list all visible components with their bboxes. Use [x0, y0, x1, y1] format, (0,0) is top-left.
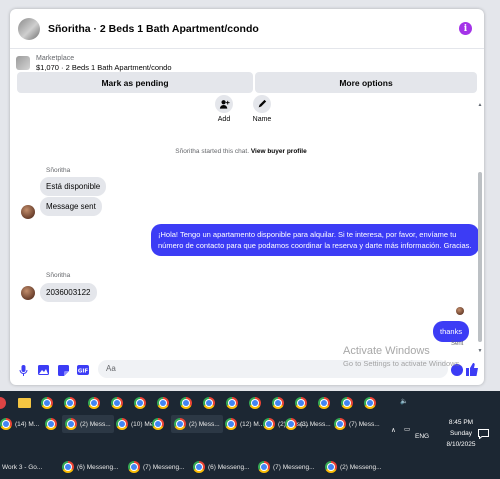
sender-avatar[interactable] — [21, 286, 35, 300]
add-label: Add — [217, 116, 231, 123]
chrome-icon[interactable] — [226, 394, 241, 412]
taskbar-window-item[interactable]: (6) Messeng... — [193, 458, 250, 476]
clock-time: 8:45 PM — [448, 419, 474, 426]
taskbar-window-label: (3) Mess... — [300, 420, 331, 428]
chrome-icon[interactable] — [341, 394, 356, 412]
chrome-icon[interactable] — [45, 415, 60, 433]
taskbar-window-label: (7) Messeng... — [273, 463, 315, 471]
chrome-icon[interactable] — [134, 394, 149, 412]
chrome-icon[interactable] — [364, 394, 379, 412]
name-label: Name — [252, 116, 272, 123]
system-note: Sñoritha started this chat. View buyer p… — [10, 148, 472, 155]
chrome-icon[interactable] — [41, 394, 56, 412]
taskbar-window-item[interactable]: (7) Messeng... — [258, 458, 315, 476]
more-options-button[interactable]: More options — [255, 72, 477, 93]
svg-text:GIF: GIF — [78, 369, 89, 375]
scroll-down-icon[interactable]: ▼ — [477, 348, 483, 354]
taskbar-window-label: (6) Messeng... — [208, 463, 250, 471]
notification-icon[interactable] — [478, 429, 489, 441]
taskbar-row-2: (14) M... (2) Mess... (10) Me... (2) Mes… — [0, 415, 390, 437]
taskbar-window-item[interactable]: (2) Messeng... — [325, 458, 382, 476]
pencil-icon — [253, 95, 271, 113]
seen-avatar — [456, 307, 464, 315]
add-shortcut[interactable]: Add — [211, 95, 237, 123]
chat-title[interactable]: Sñoritha · 2 Beds 1 Bath Apartment/condo — [48, 23, 259, 35]
taskbar-row-3: Work 3 - Go... (6) Messeng... (7) Messen… — [0, 458, 390, 479]
listing-label: Marketplace — [36, 54, 75, 62]
chrome-icon[interactable] — [88, 394, 103, 412]
scroll-thumb[interactable] — [478, 172, 482, 342]
info-icon[interactable]: i — [459, 22, 472, 35]
system-note-text: Sñoritha started this chat. — [175, 148, 250, 155]
listing-thumbnail — [16, 56, 30, 70]
taskbar-window-label: (14) M... — [15, 420, 40, 428]
chrome-icon[interactable] — [203, 394, 218, 412]
chrome-icon[interactable] — [157, 394, 172, 412]
taskbar: (14) M... (2) Mess... (10) Me... (2) Mes… — [0, 391, 500, 479]
taskbar-window-item[interactable]: (12) M... — [225, 415, 264, 433]
gif-icon[interactable]: GIF — [76, 363, 90, 377]
message-bubble-outgoing[interactable]: ¡Hola! Tengo un apartamento disponible p… — [151, 224, 479, 256]
chrome-icon[interactable] — [249, 394, 264, 412]
sender-avatar[interactable] — [21, 205, 35, 219]
taskbar-window-label: (2) Mess... — [189, 420, 220, 428]
taskbar-window-item[interactable]: (6) Messeng... — [62, 458, 119, 476]
chrome-icon[interactable] — [64, 394, 79, 412]
taskbar-window-label: (2) Mess... — [80, 420, 111, 428]
taskbar-window-label: Work 3 - Go... — [2, 463, 43, 471]
taskbar-window-item[interactable]: (2) Mess... — [171, 415, 223, 433]
taskbar-window-label: (12) M... — [240, 420, 265, 428]
message-bubble-incoming[interactable]: 2036003122 — [40, 283, 97, 302]
sender-name: Sñoritha — [46, 167, 71, 174]
taskbar-window-label: (2) Messeng... — [340, 463, 382, 471]
listing-avatar[interactable] — [18, 17, 40, 40]
taskbar-window-item[interactable]: (2) Mess... — [62, 415, 114, 433]
mark-as-pending-button[interactable]: Mark as pending — [17, 72, 253, 93]
chrome-icon[interactable] — [318, 394, 333, 412]
watermark-subtitle: Go to Settings to activate Windows. — [343, 359, 462, 368]
chrome-icon[interactable] — [180, 394, 195, 412]
volume-icon[interactable]: 🔈 — [400, 397, 408, 405]
taskbar-window-label: (7) Mess... — [349, 420, 380, 428]
chrome-icon[interactable] — [295, 394, 310, 412]
taskbar-window-item[interactable]: (14) M... — [0, 415, 39, 433]
taskbar-window-item[interactable]: (7) Mess... — [334, 415, 380, 433]
network-icon[interactable]: ▭ — [404, 425, 410, 433]
app-icon[interactable] — [0, 394, 6, 412]
chrome-icon[interactable] — [111, 394, 126, 412]
microphone-icon[interactable] — [16, 363, 30, 377]
name-shortcut[interactable]: Name — [249, 95, 275, 123]
message-bubble-outgoing[interactable]: thanks — [433, 321, 470, 342]
taskbar-window-item[interactable]: Work 3 - Go... — [2, 458, 42, 476]
thumbs-up-icon[interactable] — [466, 363, 479, 376]
taskbar-row-icons — [0, 394, 390, 416]
listing-price: $1,070 · 2 Beds 1 Bath Apartment/condo — [36, 62, 172, 72]
chat-header: Sñoritha · 2 Beds 1 Bath Apartment/condo… — [10, 9, 484, 49]
chrome-icon[interactable] — [272, 394, 287, 412]
taskbar-window-item[interactable]: (3) Mess... — [285, 415, 331, 433]
add-person-icon — [215, 95, 233, 113]
sender-name: Sñoritha — [46, 272, 71, 279]
folder-icon[interactable] — [18, 394, 31, 412]
watermark-title: Activate Windows — [343, 345, 430, 357]
chevron-up-icon[interactable]: ∧ — [391, 426, 396, 434]
taskbar-window-label: (7) Messeng... — [143, 463, 185, 471]
chrome-icon[interactable] — [152, 415, 167, 433]
activate-windows-watermark: Activate Windows Go to Settings to activ… — [343, 345, 461, 368]
photo-icon[interactable] — [36, 363, 50, 377]
sticker-icon[interactable] — [56, 363, 70, 377]
message-scrollbar[interactable]: ▲ ▼ — [477, 102, 483, 354]
view-buyer-profile-link[interactable]: View buyer profile — [251, 148, 307, 155]
taskbar-window-label: (6) Messeng... — [77, 463, 119, 471]
chat-window: Sñoritha · 2 Beds 1 Bath Apartment/condo… — [10, 9, 484, 385]
scroll-up-icon[interactable]: ▲ — [477, 102, 483, 108]
taskbar-window-item[interactable]: (7) Messeng... — [128, 458, 185, 476]
language-indicator[interactable]: ENG — [415, 433, 429, 440]
message-bubble-incoming[interactable]: Message sent — [40, 197, 102, 216]
message-bubble-incoming[interactable]: Está disponible — [40, 177, 107, 196]
